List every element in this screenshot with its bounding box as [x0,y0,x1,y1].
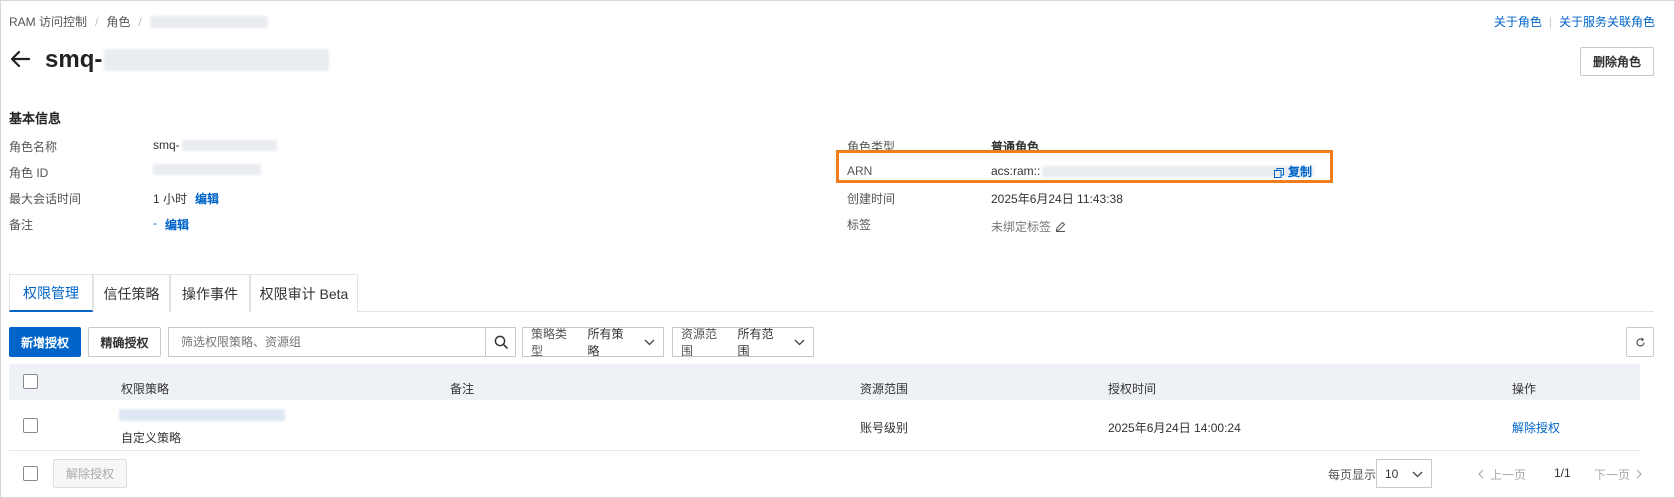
created-time-value: 2025年6月24日 11:43:38 [991,192,1123,206]
edit-note-link[interactable]: 编辑 [165,216,189,233]
max-session-duration: 1 小时 [153,192,188,206]
column-header-note: 备注 [450,382,475,396]
row-checkbox[interactable] [23,418,38,433]
created-time-label: 创建时间 [847,192,896,206]
max-session-value: 1 小时 编辑 [153,190,219,207]
next-page-button[interactable]: 下一页 [1594,466,1642,483]
role-name-value: smq- [153,138,277,152]
chevron-left-icon [1478,468,1484,482]
edit-pencil-icon[interactable] [1055,221,1066,232]
arn-prefix: acs:ram:: [991,164,1041,178]
page-title-prefix: smq- [45,46,103,73]
back-arrow-icon[interactable] [9,48,31,70]
section-title-basic-info: 基本信息 [9,111,62,126]
refresh-icon [1635,337,1646,348]
breadcrumb: RAM 访问控制 / 角色 / [9,13,268,30]
breadcrumb-item-ram[interactable]: RAM 访问控制 [9,13,87,30]
page-size-label: 每页显示 [1328,468,1377,482]
chevron-down-icon [794,335,805,349]
tags-value: 未绑定标签 [991,218,1066,235]
bulk-revoke-button[interactable]: 解除授权 [53,459,127,488]
copy-arn-label: 复制 [1288,165,1313,179]
policy-name-redacted [119,409,285,421]
breadcrumb-item-current-redacted [149,15,268,28]
role-id-label: 角色 ID [9,166,49,180]
search-icon [494,335,508,349]
role-id-redacted [153,164,261,175]
edit-max-session-link[interactable]: 编辑 [195,190,219,207]
arn-value: acs:ram:: [991,164,1315,178]
chevron-right-icon [1636,468,1642,482]
tab-permission-management[interactable]: 权限管理 [9,274,93,312]
breadcrumb-separator: / [95,14,99,29]
add-grant-button[interactable]: 新增授权 [9,327,81,357]
tab-operation-events[interactable]: 操作事件 [170,274,250,312]
column-header-action: 操作 [1512,382,1537,396]
table-row [9,400,1640,451]
page-size-select[interactable]: 10 [1376,459,1432,488]
refresh-button[interactable] [1626,327,1654,357]
role-name-redacted [181,139,277,151]
column-header-policy: 权限策略 [121,382,170,396]
about-role-link[interactable]: 关于角色 [1494,13,1542,30]
table-header [9,364,1640,400]
arn-label: ARN [847,164,873,178]
scope-select[interactable]: 资源范围 所有范围 [672,327,814,358]
page-title-redacted [104,49,330,71]
copy-icon [1274,167,1284,178]
page-title: smq- [45,46,330,74]
precise-grant-button[interactable]: 精确授权 [88,327,161,357]
footer-select-all-checkbox[interactable] [23,466,38,481]
chevron-down-icon [1412,467,1423,481]
policy-name-link-redacted[interactable] [119,409,285,424]
chevron-down-icon [644,335,655,349]
policy-type-select[interactable]: 策略类型 所有策略 [522,327,664,358]
prev-page-label: 上一页 [1490,468,1527,482]
column-header-granted-at: 授权时间 [1108,382,1157,396]
scope-text: 账号级别 [860,421,909,435]
note-label: 备注 [9,218,34,232]
note-value: - 编辑 [153,216,189,233]
page-size-value: 10 [1385,466,1399,481]
revoke-link[interactable]: 解除授权 [1512,419,1560,436]
policy-type-text: 自定义策略 [121,431,182,445]
tab-trust-policy[interactable]: 信任策略 [93,274,170,312]
role-id-value [153,164,261,178]
max-session-label: 最大会话时间 [9,192,82,206]
granted-at-text: 2025年6月24日 14:00:24 [1108,421,1241,435]
delete-role-button[interactable]: 删除角色 [1580,47,1654,76]
search-button[interactable] [485,328,515,356]
link-separator: | [1548,14,1552,29]
role-name-prefix: smq- [153,138,180,152]
role-name-label: 角色名称 [9,140,58,154]
column-header-scope: 资源范围 [860,382,909,396]
breadcrumb-item-role[interactable]: 角色 [106,13,130,30]
search-input[interactable] [169,328,485,356]
breadcrumb-separator: / [138,14,142,29]
copy-arn-button[interactable]: 复制 [1274,163,1312,180]
page-indicator: 1/1 [1554,466,1571,480]
help-links: 关于角色 | 关于服务关联角色 [1494,13,1655,30]
next-page-label: 下一页 [1594,468,1631,482]
about-service-role-link[interactable]: 关于服务关联角色 [1559,13,1655,30]
policy-type-value: 所有策略 [587,327,624,358]
scope-key: 资源范围 [681,327,718,358]
policy-type-key: 策略类型 [531,327,568,358]
select-all-checkbox[interactable] [23,374,38,389]
search-box [168,327,516,357]
tab-permission-audit[interactable]: 权限审计 Beta [250,274,358,312]
note-text: - [153,216,157,230]
tags-text: 未绑定标签 [991,220,1052,234]
prev-page-button[interactable]: 上一页 [1478,466,1526,483]
scope-value: 所有范围 [737,327,774,358]
tags-label: 标签 [847,218,872,232]
